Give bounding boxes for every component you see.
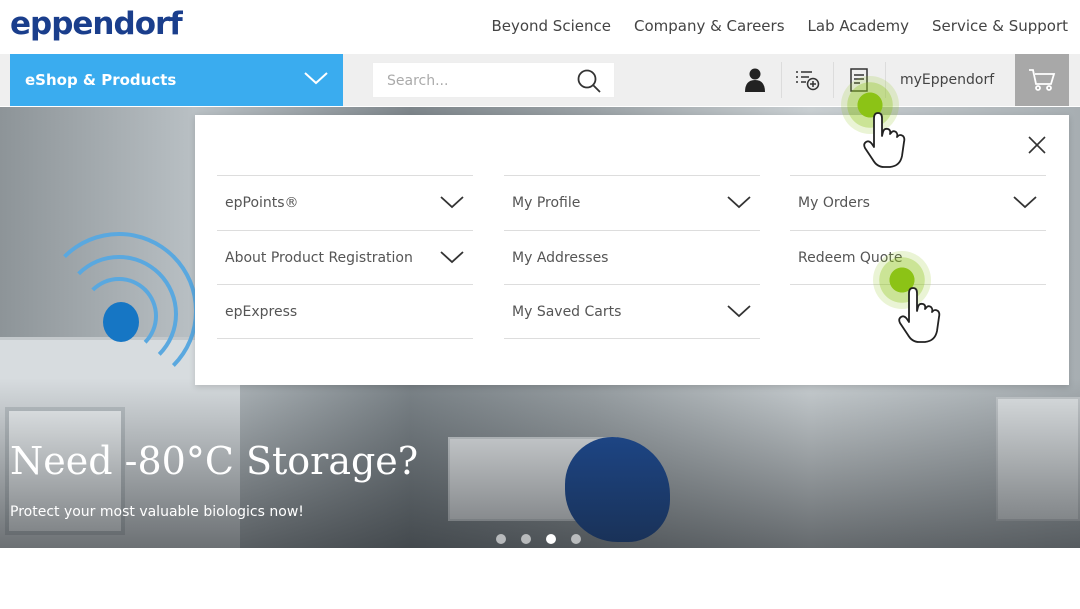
eppendorf-logo[interactable]: eppendorf xyxy=(10,6,183,42)
menu-item-my-saved-carts[interactable]: My Saved Carts xyxy=(504,284,760,338)
search-icon[interactable] xyxy=(576,68,602,94)
menu-item-my-addresses[interactable]: My Addresses xyxy=(504,230,760,284)
carousel-dots xyxy=(496,534,581,544)
menu-item-epexpress[interactable]: epExpress xyxy=(217,284,473,338)
chevron-down-icon[interactable] xyxy=(439,194,465,210)
menu-item-label: About Product Registration xyxy=(225,250,413,266)
top-navigation: Beyond Science Company & Careers Lab Aca… xyxy=(491,17,1068,35)
close-icon[interactable] xyxy=(1026,134,1048,156)
carousel-dot[interactable] xyxy=(546,534,556,544)
carousel-dot[interactable] xyxy=(571,534,581,544)
menu-item-label: epExpress xyxy=(225,304,298,320)
menu-item-my-orders[interactable]: My Orders xyxy=(790,175,1046,229)
menu-item-label: My Saved Carts xyxy=(512,304,622,320)
search-placeholder: Search... xyxy=(387,73,449,89)
menu-item-label: My Profile xyxy=(512,195,581,211)
user-account-button[interactable] xyxy=(731,54,779,106)
eshop-label: eShop & Products xyxy=(25,71,177,89)
menu-divider xyxy=(504,338,760,339)
divider xyxy=(781,62,782,98)
menu-divider xyxy=(217,338,473,339)
nav-company-careers[interactable]: Company & Careers xyxy=(634,17,785,35)
hero-subtitle: Protect your most valuable biologics now… xyxy=(10,504,304,520)
carousel-dot[interactable] xyxy=(496,534,506,544)
menu-item-label: My Addresses xyxy=(512,250,609,266)
chevron-down-icon[interactable] xyxy=(1012,194,1038,210)
divider xyxy=(833,62,834,98)
chevron-down-icon xyxy=(304,72,328,85)
hero-title: Need -80°C Storage? xyxy=(10,439,419,483)
menu-item-eppoints[interactable]: epPoints® xyxy=(217,175,473,229)
user-icon xyxy=(745,68,765,92)
hero-sensor-dot xyxy=(103,302,139,342)
chevron-down-icon[interactable] xyxy=(726,303,752,319)
nav-beyond-science[interactable]: Beyond Science xyxy=(491,17,611,35)
cart-button[interactable] xyxy=(1015,54,1069,106)
menu-item-my-profile[interactable]: My Profile xyxy=(504,175,760,229)
search-input[interactable]: Search... xyxy=(372,62,615,98)
carousel-dot[interactable] xyxy=(521,534,531,544)
chevron-down-icon[interactable] xyxy=(439,249,465,265)
order-list-button[interactable] xyxy=(784,54,830,106)
menu-item-about-product-registration[interactable]: About Product Registration xyxy=(217,230,473,284)
my-eppendorf-link[interactable]: myEppendorf xyxy=(900,72,994,88)
hand-pointer-icon xyxy=(863,112,906,168)
eshop-products-dropdown[interactable]: eShop & Products xyxy=(10,54,343,106)
chevron-down-icon[interactable] xyxy=(726,194,752,210)
cart-icon xyxy=(1029,69,1056,91)
nav-service-support[interactable]: Service & Support xyxy=(932,17,1068,35)
menu-item-label: epPoints® xyxy=(225,195,299,211)
menu-item-label: My Orders xyxy=(798,195,870,211)
hand-pointer-icon xyxy=(898,287,941,343)
list-add-icon xyxy=(796,71,820,91)
nav-lab-academy[interactable]: Lab Academy xyxy=(808,17,910,35)
